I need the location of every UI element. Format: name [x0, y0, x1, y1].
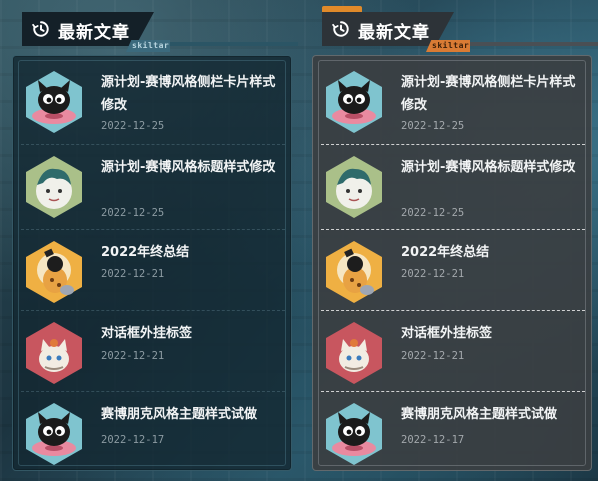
article-thumbnail[interactable] [25, 155, 83, 219]
article-date: 2022-12-25 [101, 207, 165, 219]
article-title-link[interactable]: 对话框外挂标签 [101, 322, 279, 345]
article-item[interactable]: 2022年终总结 2022-12-21 [21, 230, 285, 314]
article-thumbnail[interactable] [325, 240, 383, 304]
article-title-link[interactable]: 源计划-赛博风格侧栏卡片样式修改 [101, 71, 279, 117]
article-item[interactable]: 赛博朋克风格主题样式试做 2022-12-17 [321, 392, 585, 476]
article-thumbnail[interactable] [25, 240, 83, 304]
article-date: 2022-12-21 [101, 268, 165, 280]
article-thumbnail[interactable] [325, 155, 383, 219]
article-date: 2022-12-25 [401, 207, 465, 219]
article-thumbnail[interactable] [25, 402, 83, 466]
recent-posts-card: 源计划-赛博风格侧栏卡片样式修改 2022-12-25 源计划-赛博风格标题样式… [312, 55, 592, 471]
article-date: 2022-12-25 [101, 120, 165, 132]
article-item[interactable]: 源计划-赛博风格标题样式修改 2022-12-25 [21, 145, 285, 229]
article-title-link[interactable]: 2022年终总结 [401, 241, 579, 264]
article-title-link[interactable]: 源计划-赛博风格标题样式修改 [401, 156, 579, 179]
article-thumbnail[interactable] [25, 321, 83, 385]
article-date: 2022-12-21 [401, 268, 465, 280]
widget-title: 最新文章 [358, 23, 430, 43]
article-thumbnail[interactable] [325, 70, 383, 134]
article-thumbnail[interactable] [325, 402, 383, 466]
article-date: 2022-12-25 [401, 120, 465, 132]
article-item[interactable]: 赛博朋克风格主题样式试做 2022-12-17 [21, 392, 285, 476]
widget-header: 最新文章 skiltar [22, 12, 298, 52]
article-item[interactable]: 2022年终总结 2022-12-21 [321, 230, 585, 314]
article-item[interactable]: 源计划-赛博风格标题样式修改 2022-12-25 [321, 145, 585, 229]
history-clock-icon [332, 21, 349, 37]
header-tag: skiltar [126, 40, 170, 52]
article-thumbnail[interactable] [325, 321, 383, 385]
recent-posts-card: 源计划-赛博风格侧栏卡片样式修改 2022-12-25 源计划-赛博风格标题样式… [12, 55, 292, 471]
article-title-link[interactable]: 赛博朋克风格主题样式试做 [101, 403, 279, 426]
article-title-link[interactable]: 赛博朋克风格主题样式试做 [401, 403, 579, 426]
widget-title: 最新文章 [58, 23, 130, 43]
article-title-link[interactable]: 2022年终总结 [101, 241, 279, 264]
widget-header: 最新文章 skiltar [322, 6, 598, 52]
article-item[interactable]: 源计划-赛博风格侧栏卡片样式修改 2022-12-25 [321, 60, 585, 144]
article-thumbnail[interactable] [25, 70, 83, 134]
recent-posts-panel-dark-blue: 最新文章 skiltar 源计划-赛博风格侧栏卡片样式修改 2022-12-25 [0, 0, 298, 481]
article-date: 2022-12-17 [101, 434, 165, 446]
article-date: 2022-12-17 [401, 434, 465, 446]
article-item[interactable]: 对话框外挂标签 2022-12-21 [21, 311, 285, 395]
article-title-link[interactable]: 源计划-赛博风格标题样式修改 [101, 156, 279, 179]
recent-posts-panel-dark-gray: 最新文章 skiltar 源计划-赛博风格侧栏卡片样式修改 2022-12-25 [300, 0, 598, 481]
article-date: 2022-12-21 [101, 350, 165, 362]
article-date: 2022-12-21 [401, 350, 465, 362]
article-title-link[interactable]: 源计划-赛博风格侧栏卡片样式修改 [401, 71, 579, 117]
header-tag: skiltar [426, 40, 470, 52]
history-clock-icon [32, 21, 49, 37]
article-item[interactable]: 对话框外挂标签 2022-12-21 [321, 311, 585, 395]
article-title-link[interactable]: 对话框外挂标签 [401, 322, 579, 345]
article-item[interactable]: 源计划-赛博风格侧栏卡片样式修改 2022-12-25 [21, 60, 285, 144]
